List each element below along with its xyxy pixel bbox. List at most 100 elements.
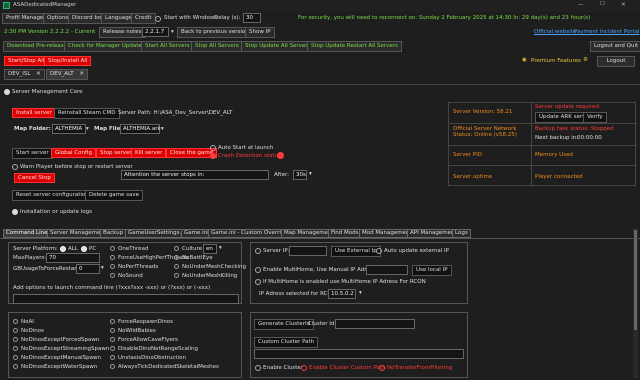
chevron-down-icon[interactable]: ▾ — [101, 265, 104, 271]
tab-backup[interactable]: Backup — [100, 229, 127, 238]
multihome-rcon-radio[interactable] — [255, 279, 261, 285]
close-icon[interactable]: ✕ — [36, 71, 41, 77]
server-ip-radio[interactable] — [255, 248, 261, 254]
collapse-icon[interactable] — [4, 89, 10, 95]
chevron-down-icon[interactable]: ▾ — [309, 171, 312, 177]
check-onethread[interactable]: OneThread — [110, 246, 148, 252]
tab-command-line[interactable]: Command Line — [3, 229, 51, 238]
stop-update-restart-all-button[interactable]: Stop Update Restart All Servers — [307, 41, 402, 52]
check-noperfthreads[interactable]: NoPerfThreads — [110, 264, 158, 270]
check-noundermeshchecking[interactable]: NoUnderMeshChecking — [174, 264, 246, 270]
tab-game-ini-custom[interactable]: Game.ini - Custom Override — [208, 229, 291, 238]
payment-portal-link[interactable]: Payment Incident Portal — [574, 29, 640, 35]
enable-custom-path-radio[interactable] — [301, 365, 307, 371]
map-folder-select[interactable]: ALTHEMIA — [52, 124, 86, 134]
delay-input[interactable]: 30 — [243, 13, 261, 23]
check-nowildbabies[interactable]: NoWildBabies — [110, 328, 156, 334]
no-transfer-radio[interactable] — [379, 365, 385, 371]
premium-features[interactable]: Premium Features — [531, 58, 581, 64]
chevron-down-icon[interactable]: ▾ — [161, 126, 164, 132]
reset-config-button[interactable]: Reset server configuration — [12, 190, 93, 201]
stop-server-button[interactable]: Stop server — [96, 148, 136, 158]
multihome-radio[interactable] — [255, 267, 261, 273]
generate-clusterid-button[interactable]: Generate ClusterId — [254, 319, 315, 330]
premium-settings-icon[interactable]: ⚙ — [583, 57, 588, 63]
use-external-ip-button[interactable]: Use External Ip — [331, 246, 381, 257]
enable-cluster-radio[interactable] — [255, 365, 261, 371]
multihome-ip-input[interactable] — [366, 265, 408, 275]
check-noai[interactable]: NoAI — [13, 319, 34, 325]
max-players-input[interactable]: 70 — [46, 253, 100, 263]
custom-cluster-path-button[interactable]: Custom Cluster Path — [254, 337, 319, 348]
warn-player-radio[interactable] — [12, 164, 18, 170]
after-select[interactable]: 30s — [293, 170, 307, 180]
release-notes-button[interactable]: Release notes — [99, 27, 146, 38]
platform-pc-radio[interactable] — [81, 246, 87, 252]
scrollbar[interactable] — [633, 228, 638, 378]
install-server-button[interactable]: Install server — [12, 108, 56, 118]
chevron-down-icon[interactable]: ▾ — [86, 126, 89, 132]
cluster-id-input[interactable] — [335, 319, 415, 329]
menu-credit[interactable]: Credit — [131, 13, 156, 24]
tab-find-mods[interactable]: Find Mods — [328, 229, 362, 238]
check-disabledinonetrange[interactable]: DisableDinoNetRangeScaling — [110, 346, 198, 352]
reinstall-steam-button[interactable]: Reinstall Steam CMD — [54, 108, 120, 119]
check-forcerespawndinos[interactable]: ForceRespawnDinos — [110, 319, 173, 325]
logout-quit-button[interactable]: Logout and Quit — [590, 41, 640, 52]
logout-button[interactable]: Logout — [597, 56, 635, 67]
kill-server-button[interactable]: Kill server — [131, 148, 167, 158]
check-nobattleye[interactable]: NoBattlEye — [174, 255, 213, 261]
add-options-input[interactable] — [13, 294, 239, 304]
chevron-down-icon[interactable]: ▾ — [359, 290, 362, 296]
check-updates-button[interactable]: Check for Manager Updates — [64, 41, 149, 52]
stop-install-all-button[interactable]: Stop/Install All — [44, 56, 92, 66]
check-nosound[interactable]: NoSound — [110, 273, 143, 279]
section-title[interactable]: Server Management Core — [12, 89, 83, 95]
back-prev-button[interactable]: Back to previous version — [177, 27, 253, 38]
start-stop-all-button[interactable]: Start/Stop All — [4, 56, 49, 66]
start-all-button[interactable]: Start All Servers — [141, 41, 194, 52]
server-ip-input[interactable] — [289, 246, 327, 256]
close-icon[interactable]: ✕ — [621, 2, 626, 8]
global-config-button[interactable]: Global Config — [51, 148, 96, 158]
scrollbar-thumb[interactable] — [634, 230, 637, 330]
show-ip-button[interactable]: Show IP — [245, 27, 275, 38]
chevron-down-icon[interactable]: ▾ — [171, 29, 174, 35]
start-windows-radio[interactable] — [155, 16, 161, 22]
stop-all-button[interactable]: Stop All Servers — [191, 41, 243, 52]
cancel-stop-button[interactable]: Cancel Stop — [14, 173, 55, 183]
delete-save-button[interactable]: Delete game save — [85, 190, 144, 201]
check-unstasisdino[interactable]: UnstasisDinoObstruction — [110, 355, 186, 361]
start-server-button[interactable]: Start server — [12, 148, 53, 159]
check-forceallowcaveflyers[interactable]: ForceAllowCaveFlyers — [110, 337, 178, 343]
download-prerelease-button[interactable]: Download Pre-release — [3, 41, 71, 52]
check-nodinos-streaming[interactable]: NoDinosExceptStreamingSpawn — [13, 346, 109, 352]
chevron-down-icon[interactable]: ▾ — [219, 245, 222, 251]
close-icon[interactable]: ✕ — [79, 71, 84, 77]
check-nodinos-water[interactable]: NoDinosExceptWaterSpawn — [13, 364, 97, 370]
check-noundermeshkilling[interactable]: NoUnderMeshKilling — [174, 273, 237, 279]
verify-button[interactable]: Verify — [583, 112, 607, 123]
culture-select[interactable]: en — [203, 244, 217, 254]
check-nodinos[interactable]: NoDinos — [13, 328, 44, 334]
check-nodinos-manual[interactable]: NoDinosExceptManualSpawn — [13, 355, 101, 361]
ip-rcon-select[interactable]: 10.5.0.2 — [328, 289, 356, 299]
platform-all-radio[interactable] — [60, 246, 66, 252]
custom-cluster-path-input[interactable] — [254, 349, 464, 359]
map-file-select[interactable]: ALTHEMIA.ark — [120, 124, 161, 134]
tab-dev-alt[interactable]: DEV_ALT ✕ — [46, 69, 89, 80]
version-select[interactable]: 2.2.1.7 — [142, 27, 169, 37]
gbusage-input[interactable]: 0 — [76, 264, 100, 274]
tab-dev-isl[interactable]: DEV_ISL ✕ — [4, 69, 45, 80]
check-alwaystick[interactable]: AlwaysTickDedicatedSkeletalMeshes — [110, 364, 219, 370]
use-local-ip-button[interactable]: Use local IP — [412, 265, 452, 276]
maximize-icon[interactable]: ☐ — [600, 1, 605, 7]
check-culture[interactable]: Culture — [174, 246, 202, 252]
tab-logs[interactable]: Logs — [452, 229, 471, 238]
auto-start-radio[interactable] — [210, 145, 216, 151]
official-website-link[interactable]: Official website — [534, 29, 576, 35]
stop-update-all-button[interactable]: Stop Update All Servers — [241, 41, 315, 52]
check-nodinos-forced[interactable]: NoDinosExceptForcedSpawn — [13, 337, 99, 343]
minimize-icon[interactable]: — — [578, 2, 584, 8]
expand-icon[interactable] — [12, 209, 18, 215]
